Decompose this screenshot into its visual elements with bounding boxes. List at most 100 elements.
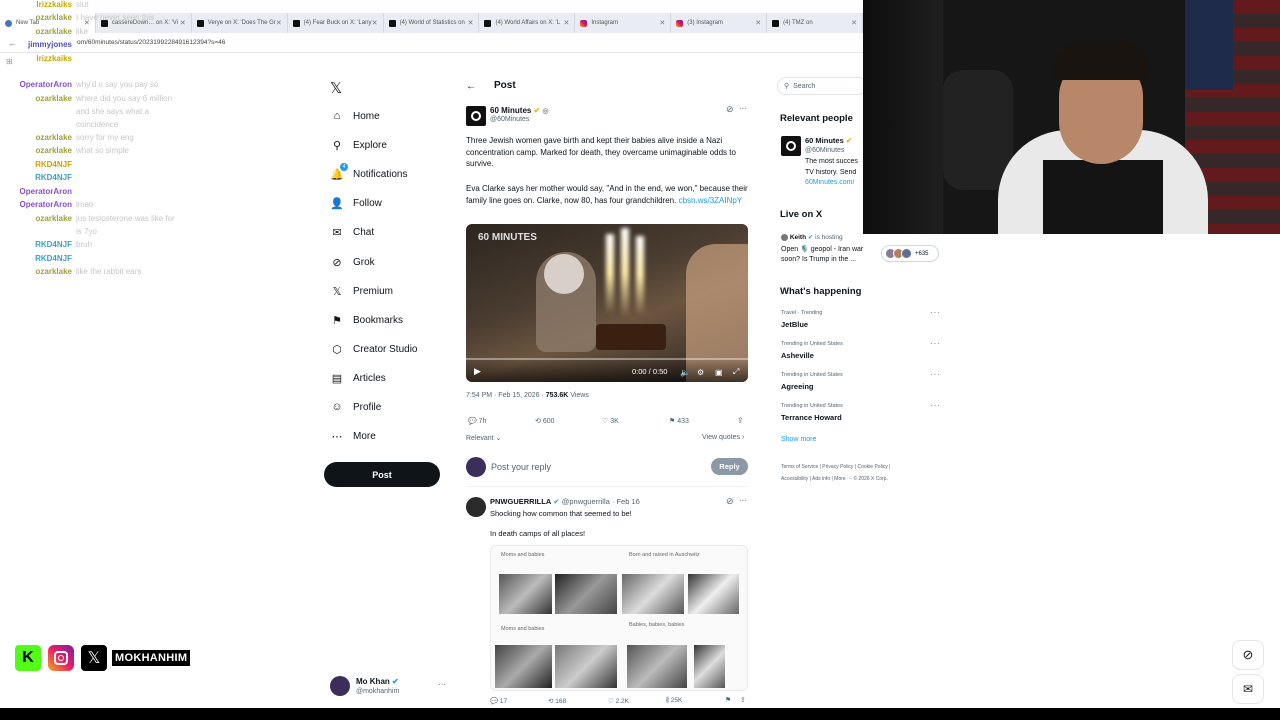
show-more-link[interactable]: Show more — [781, 436, 816, 443]
close-tab-icon[interactable]: ✕ — [659, 19, 665, 27]
like-action[interactable]: ♡ 3K — [602, 417, 619, 425]
close-tab-icon[interactable]: ✕ — [755, 19, 761, 27]
reply-bookmark-icon[interactable]: ⚑ — [725, 696, 731, 704]
browser-tab[interactable]: (4) TMZ on ✕ — [767, 13, 864, 33]
fullscreen-icon[interactable]: ⤢ — [733, 367, 739, 377]
play-icon[interactable]: ▶ — [474, 366, 481, 377]
tweet-video[interactable]: 60 MINUTES ▶ 0:00 / 0:50 🔈 ⚙ ▣ ⤢ — [466, 224, 748, 382]
trend-more-icon[interactable]: ··· — [930, 370, 941, 379]
chat-text: jus testosterone was like for — [76, 214, 175, 223]
footer-links-2[interactable]: Accessibility | Ads info | More ··· © 20… — [781, 476, 888, 482]
nav-item-follow[interactable]: 👤 Follow — [330, 196, 382, 210]
nav-item-articles[interactable]: ▤ Articles — [330, 371, 386, 385]
grok-float-icon[interactable]: ⊘ — [1232, 640, 1264, 670]
nav-item-grok[interactable]: ⊘ Grok — [330, 255, 374, 269]
chat-message: jimmyjones — [0, 40, 76, 50]
nav-item-explore[interactable]: ⚲ Explore — [330, 138, 387, 152]
nav-item-profile[interactable]: ☺ Profile — [330, 400, 381, 414]
nav-item-home[interactable]: ⌂ Home — [330, 109, 380, 123]
close-tab-icon[interactable]: ✕ — [468, 19, 474, 27]
browser-tab[interactable]: (3) Instagram ✕ — [671, 13, 768, 33]
browser-tab[interactable]: Instagram ✕ — [575, 13, 672, 33]
account-name[interactable]: Mo Khan ✔ — [356, 677, 399, 686]
settings-icon[interactable]: ⚙ — [697, 368, 704, 377]
person-name[interactable]: 60 Minutes ✔ — [805, 136, 852, 145]
chat-message: OperatorAron why'd u say you pay so — [0, 80, 159, 90]
close-tab-icon[interactable]: ✕ — [372, 19, 378, 27]
live-host[interactable]: Keith ✔ is hosting — [781, 233, 843, 241]
trend-name[interactable]: Agreeing — [781, 382, 814, 391]
browser-tab[interactable]: (4) World Affairs on X: 'L ✕ — [479, 13, 576, 33]
post-button[interactable]: Post — [324, 462, 440, 487]
nav-item-chat[interactable]: ✉ Chat — [330, 225, 374, 239]
account-avatar[interactable] — [330, 676, 350, 696]
tab-label: (4) Fear Buck on X: 'Lany — [303, 20, 372, 26]
notification-badge: 4 — [340, 163, 348, 171]
trend-more-icon[interactable]: ··· — [930, 401, 941, 410]
share-icon[interactable]: ⇪ — [737, 416, 744, 425]
x-icon — [772, 19, 780, 27]
whats-happening-title: What's happening — [780, 286, 862, 297]
repost-action[interactable]: ⟲ 600 — [535, 417, 555, 425]
footer-links[interactable]: Terms of Service | Privacy Policy | Cook… — [781, 464, 890, 470]
trend-name[interactable]: Asheville — [781, 351, 814, 360]
url-text[interactable]: om/60minutes/status/2023199228491612394?… — [77, 39, 225, 46]
close-tab-icon[interactable]: ✕ — [276, 19, 282, 27]
trend-more-icon[interactable]: ··· — [930, 339, 941, 348]
browser-tab[interactable]: (4) World of Statistics on ✕ — [384, 13, 480, 33]
nav-item-creator-studio[interactable]: ⬡ Creator Studio — [330, 342, 417, 356]
reply-likes[interactable]: ♡ 2.2K — [608, 697, 629, 705]
live-title-text[interactable]: Open 🎙️ geopol - Iran war soon? Is Trump … — [781, 245, 863, 265]
nav-item-notifications[interactable]: 🔔 4 Notifications — [330, 163, 407, 181]
reply-text: Shocking how common that seemed to be! — [490, 509, 632, 518]
x-home-logo-icon[interactable]: 𝕏 — [330, 79, 342, 97]
nav-label: Articles — [353, 372, 386, 384]
reply-button[interactable]: Reply — [711, 458, 748, 475]
reply-share-icon[interactable]: ⇪ — [740, 696, 746, 704]
tweet-avatar[interactable] — [466, 106, 486, 126]
close-tab-icon[interactable]: ✕ — [563, 19, 569, 27]
reply-reposts[interactable]: ⟲ 168 — [548, 697, 566, 705]
pip-icon[interactable]: ▣ — [715, 368, 723, 377]
grok-icon[interactable]: ⊘ — [726, 104, 734, 115]
chat-text: slut — [76, 0, 89, 9]
view-quotes-link[interactable]: View quotes › — [702, 434, 744, 441]
address-bar[interactable]: ← om/60minutes/status/202319922849161239… — [0, 33, 863, 53]
trend-more-icon[interactable]: ··· — [930, 308, 941, 317]
reply-avatar[interactable] — [466, 497, 486, 517]
reply-more-icon[interactable]: ··· — [739, 496, 747, 505]
reply-grok-icon[interactable]: ⊘ — [726, 496, 734, 507]
bookmark-action[interactable]: ⚑ 433 — [669, 417, 689, 425]
browser-tab[interactable]: Verye on X: 'Does The Gr ✕ — [192, 13, 288, 33]
close-tab-icon[interactable]: ✕ — [851, 19, 857, 27]
nav-item-premium[interactable]: 𝕏 Premium — [330, 284, 393, 298]
person-avatar[interactable] — [781, 136, 801, 156]
tweet-author[interactable]: 60 Minutes ✔ ◎ — [490, 106, 549, 115]
reply-replies[interactable]: 💬 17 — [490, 697, 507, 705]
tweet-link[interactable]: cbsn.ws/3ZAINpY — [679, 196, 743, 205]
reply-input[interactable]: Post your reply — [491, 462, 551, 472]
trend-name[interactable]: Terrance Howard — [781, 413, 842, 422]
chat-message: lrizzkaiks slut — [0, 0, 88, 10]
messages-float-icon[interactable]: ✉ — [1232, 674, 1264, 704]
close-tab-icon[interactable]: ✕ — [180, 19, 186, 27]
account-more-icon[interactable]: ··· — [438, 680, 446, 689]
reply-author-line[interactable]: PNWGUERRILLA ✔ @pnwguerrilla · Feb 16 — [490, 497, 640, 506]
browser-tab[interactable]: (4) Fear Buck on X: 'Lany ✕ — [288, 13, 384, 33]
chat-message: lrizzkaiks — [0, 54, 76, 64]
tweet-more-icon[interactable]: ··· — [739, 104, 747, 113]
nav-item-more[interactable]: ⋯ More — [330, 429, 376, 443]
nav-item-bookmarks[interactable]: ⚑ Bookmarks — [330, 313, 403, 327]
person-link[interactable]: 60Minutes.com/ — [805, 179, 863, 186]
volume-icon[interactable]: 🔈 — [680, 368, 690, 377]
trend-name[interactable]: JetBlue — [781, 320, 808, 329]
tweet-handle[interactable]: @60Minutes — [490, 116, 529, 123]
search-input[interactable]: ⚲ Search — [777, 77, 867, 95]
reply-action[interactable]: 💬 7h — [468, 417, 486, 425]
reply-views[interactable]: ⫼ 25K — [666, 697, 682, 705]
live-listeners[interactable]: +635 — [881, 245, 939, 262]
nav-label: Premium — [353, 285, 394, 297]
back-arrow-icon[interactable]: ← — [466, 81, 476, 92]
sort-dropdown[interactable]: Relevant ⌄ — [466, 434, 501, 442]
reply-image[interactable]: Moms and babies Born and raised in Ausch… — [490, 545, 748, 691]
